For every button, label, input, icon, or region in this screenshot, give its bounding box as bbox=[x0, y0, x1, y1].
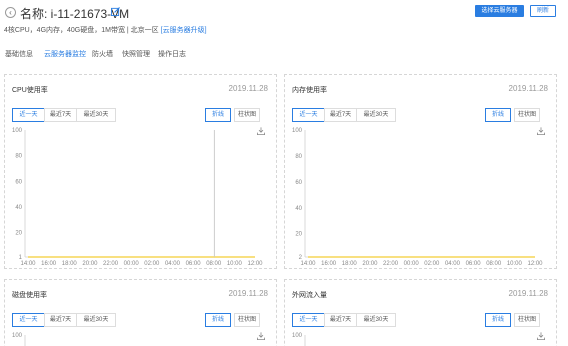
memory-usage-chart: 22040608010014:00 16:00 18:00 20:00 22:00 00:… bbox=[292, 128, 543, 267]
chevron-left-icon: ‹ bbox=[9, 8, 12, 17]
tab-firewall[interactable]: 防火墙 bbox=[92, 49, 113, 59]
y-tick-label: 100 bbox=[292, 333, 303, 339]
x-tick-label: 20:00 bbox=[82, 261, 98, 267]
x-tick-label: 06:00 bbox=[186, 261, 202, 267]
refresh-button[interactable]: 刷新 bbox=[530, 5, 556, 17]
x-tick-label: 04:00 bbox=[445, 261, 461, 267]
x-tick-label: 12:00 bbox=[527, 261, 543, 267]
y-tick-label: 80 bbox=[15, 154, 22, 160]
back-button[interactable]: ‹ bbox=[5, 7, 16, 18]
x-tick-label: 16:00 bbox=[41, 261, 57, 267]
x-tick-label: 04:00 bbox=[165, 261, 181, 267]
x-tick-label: 18:00 bbox=[342, 261, 358, 267]
x-tick-label: 00:00 bbox=[404, 261, 420, 267]
select-server-button[interactable]: 选择云服务器 bbox=[475, 5, 524, 17]
x-tick-label: 16:00 bbox=[321, 261, 337, 267]
x-tick-label: 18:00 bbox=[62, 261, 78, 267]
x-tick-label: 08:00 bbox=[206, 261, 222, 267]
x-tick-label: 22:00 bbox=[383, 261, 399, 267]
network-inbound-chart: 100 bbox=[292, 333, 306, 346]
y-tick-label: 60 bbox=[295, 180, 302, 186]
x-tick-label: 08:00 bbox=[486, 261, 502, 267]
x-tick-label: 14:00 bbox=[20, 261, 36, 267]
y-tick-label: 80 bbox=[295, 154, 302, 160]
y-tick-label: 40 bbox=[15, 205, 22, 211]
y-tick-label: 100 bbox=[292, 128, 303, 134]
x-tick-label: 02:00 bbox=[424, 261, 440, 267]
x-tick-label: 00:00 bbox=[124, 261, 140, 267]
cpu-usage-chart: 12040608010014:00 16:00 18:00 20:00 22:00 00:… bbox=[12, 128, 263, 267]
x-tick-label: 02:00 bbox=[144, 261, 160, 267]
x-tick-label: 22:00 bbox=[103, 261, 119, 267]
tab-basic-info[interactable]: 基础信息 bbox=[5, 49, 33, 59]
x-tick-label: 14:00 bbox=[300, 261, 316, 267]
page-header: ‹ 名称: i-11-21673-VM 4核CPU，4G内存，40G硬盘，1M带… bbox=[0, 0, 568, 70]
x-tick-label: 10:00 bbox=[227, 261, 243, 267]
upgrade-link[interactable]: [云服务器升级] bbox=[161, 27, 207, 34]
y-tick-label: 40 bbox=[295, 206, 302, 212]
y-tick-label: 20 bbox=[295, 232, 302, 238]
cpu-usage-panel: CPU使用率 2019.11.28 近一天 最近7天 最近30天 折线 柱状图 … bbox=[4, 74, 277, 269]
tab-monitoring[interactable]: 云服务器监控 bbox=[44, 49, 86, 59]
y-tick-label: 20 bbox=[15, 231, 22, 237]
disk-usage-chart: 100 bbox=[12, 333, 26, 346]
x-tick-label: 20:00 bbox=[362, 261, 378, 267]
disk-usage-panel: 磁盘使用率 2019.11.28 近一天 最近7天 最近30天 折线 柱状图 1… bbox=[4, 279, 277, 346]
edit-icon[interactable] bbox=[111, 7, 120, 16]
memory-usage-panel: 内存使用率 2019.11.28 近一天 最近7天 最近30天 折线 柱状图 2… bbox=[284, 74, 557, 269]
x-tick-label: 06:00 bbox=[466, 261, 482, 267]
tab-snapshots[interactable]: 快照管理 bbox=[122, 49, 150, 59]
x-tick-label: 10:00 bbox=[507, 261, 523, 267]
y-tick-label: 100 bbox=[12, 333, 23, 339]
y-tick-label: 100 bbox=[12, 128, 23, 134]
y-tick-label: 60 bbox=[15, 179, 22, 185]
spec-text: 4核CPU，4G内存，40G硬盘，1M带宽 | 北京一区 bbox=[4, 27, 161, 34]
tab-operation-log[interactable]: 操作日志 bbox=[158, 49, 186, 59]
network-inbound-panel: 外网流入量 2019.11.28 近一天 最近7天 最近30天 折线 柱状图 1… bbox=[284, 279, 557, 346]
server-spec: 4核CPU，4G内存，40G硬盘，1M带宽 | 北京一区 [云服务器升级] bbox=[4, 25, 207, 35]
x-tick-label: 12:00 bbox=[247, 261, 263, 267]
